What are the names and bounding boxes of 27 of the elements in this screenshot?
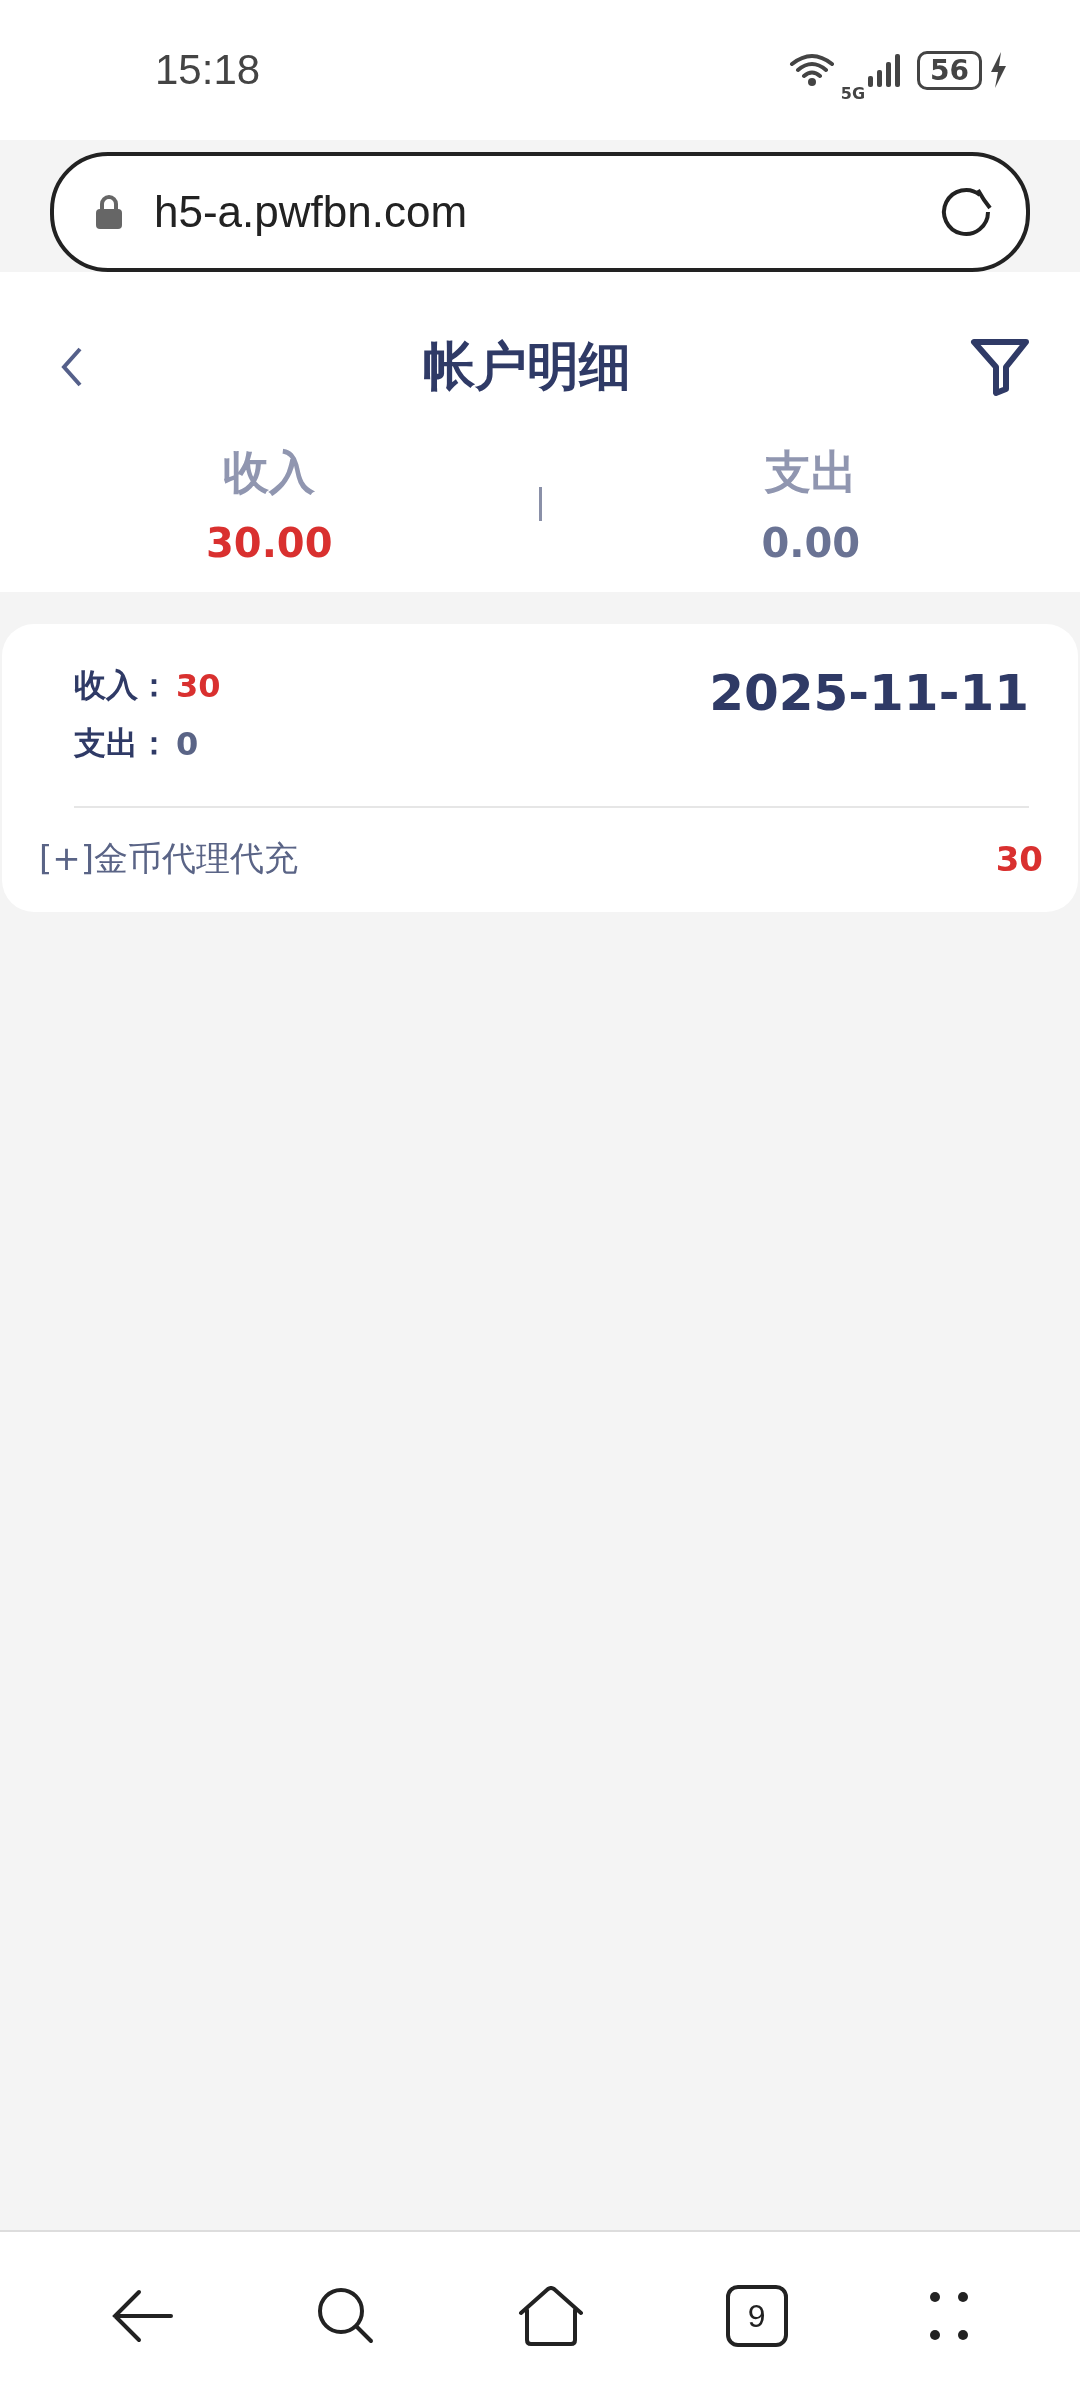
total-value: 0 [176, 725, 199, 763]
charging-icon [988, 51, 1008, 89]
menu-icon[interactable] [929, 2291, 970, 2341]
address-bar[interactable]: h5-a.pwfbn.com [50, 152, 1030, 272]
entry-description: [+]金币代理代充 [39, 837, 299, 880]
lock-icon [94, 194, 124, 230]
page-title: 帐户明细 [423, 335, 631, 398]
entry-amount: 30 [995, 839, 1043, 879]
summary-value: 0.00 [761, 520, 861, 566]
url-text: h5-a.pwfbn.com [154, 187, 469, 237]
filter-icon[interactable] [970, 337, 1030, 397]
total-value: 30 [176, 667, 221, 705]
network-label: 5G [840, 83, 866, 103]
record-date: 2025-11-11 [709, 664, 1029, 722]
status-time: 15:18 [155, 46, 261, 94]
back-icon[interactable] [60, 345, 84, 389]
total-label: 收入： [74, 665, 170, 706]
tabs-button[interactable]: 9 [725, 2285, 788, 2347]
wifi-icon [788, 52, 835, 88]
summary-label: 支出 [764, 444, 857, 501]
total-label: 支出： [74, 723, 170, 764]
signal-icon [867, 52, 902, 88]
battery-level: 56 [917, 50, 982, 90]
summary-label: 收入 [223, 444, 316, 501]
summary-value: 30.00 [206, 520, 333, 566]
back-arrow-icon[interactable] [110, 2288, 175, 2344]
home-icon[interactable] [518, 2286, 584, 2346]
